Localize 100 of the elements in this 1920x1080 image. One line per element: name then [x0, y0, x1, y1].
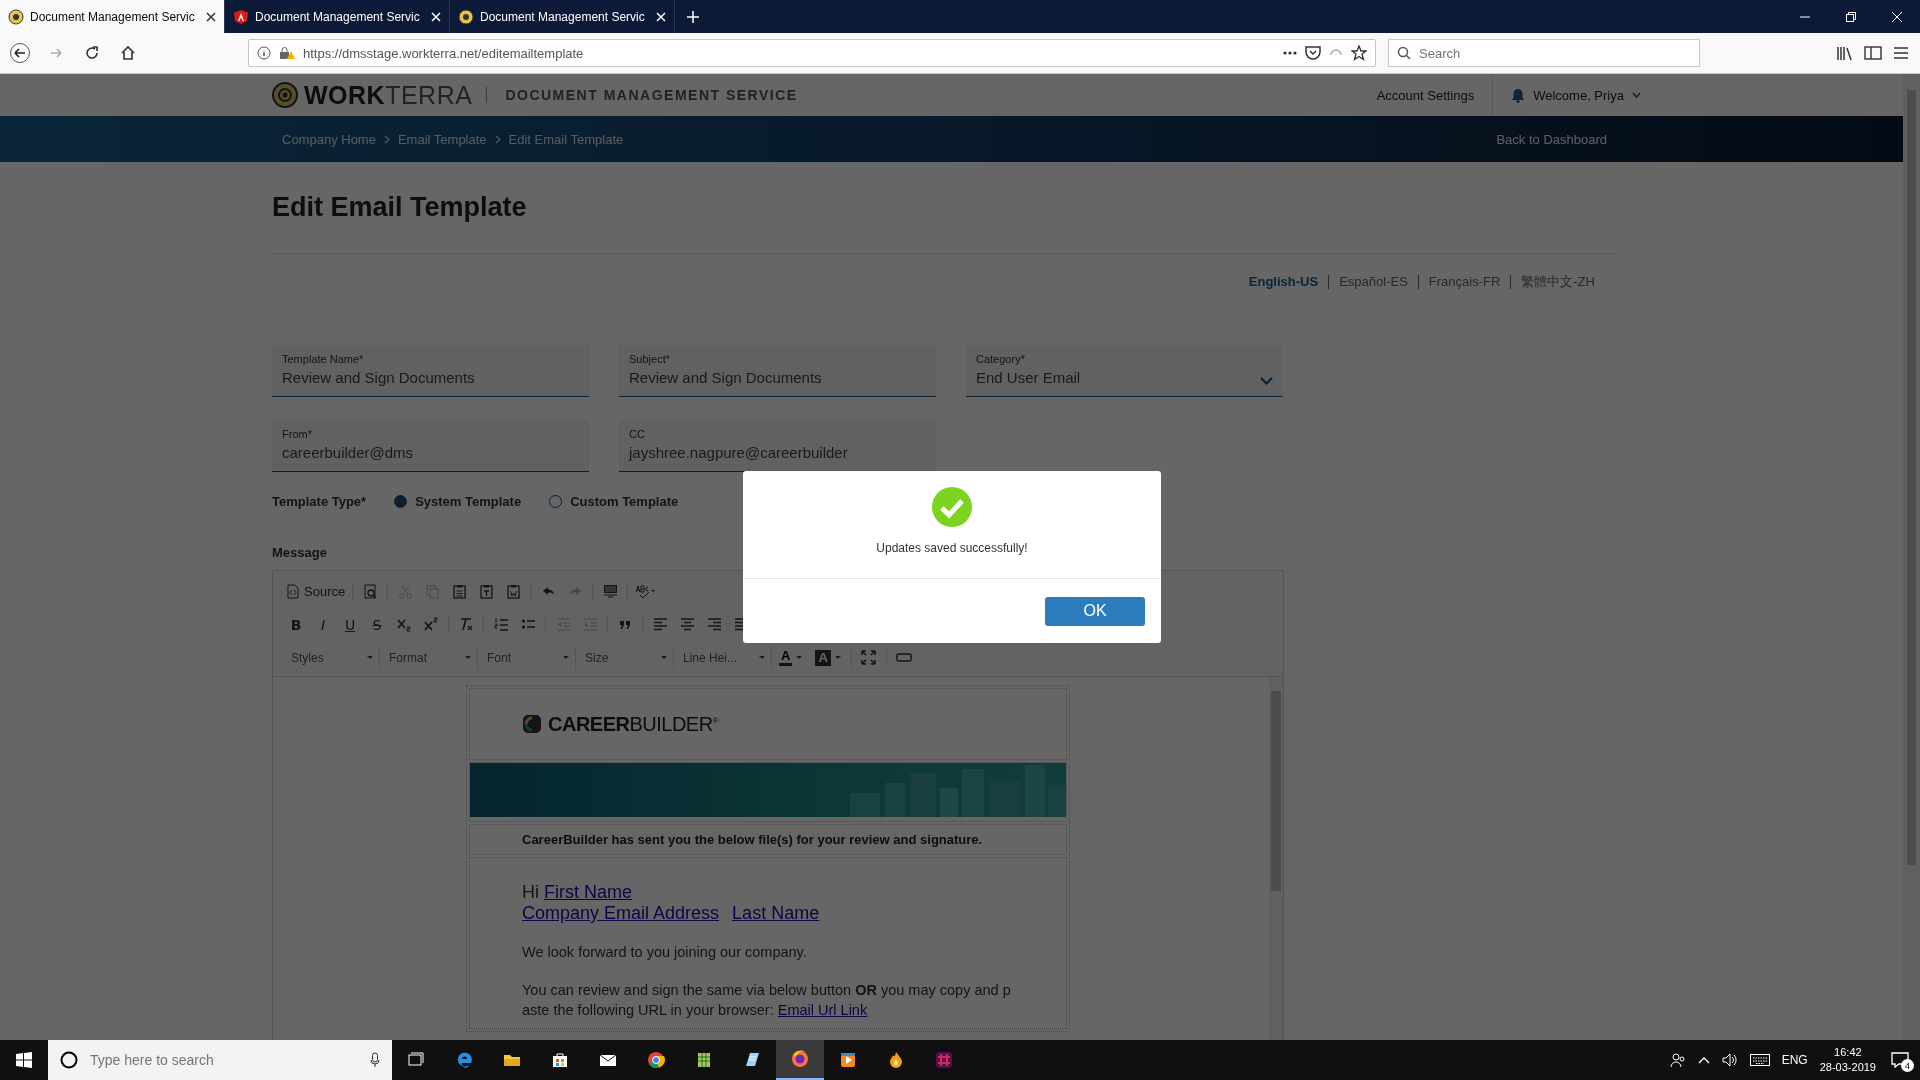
- blocks-icon[interactable]: [602, 584, 618, 599]
- toolbar-dropdown[interactable]: Line Hei...: [675, 645, 772, 670]
- ok-button[interactable]: OK: [1045, 596, 1145, 626]
- url-link[interactable]: Email Url Link: [777, 1002, 868, 1018]
- input-field[interactable]: Template Name* Review and Sign Documents: [272, 345, 589, 397]
- radio-button[interactable]: [549, 495, 563, 508]
- toolbar-dropdown[interactable]: Font: [479, 645, 576, 670]
- clock-date[interactable]: 28-03-2019: [1819, 1060, 1876, 1075]
- page-title: Edit Email Template: [272, 192, 1615, 254]
- superscript-icon[interactable]: [423, 617, 439, 632]
- task-view-icon[interactable]: [407, 1051, 425, 1069]
- source-button[interactable]: Source: [283, 579, 349, 604]
- clear-format-icon[interactable]: [458, 617, 474, 632]
- chrome-icon[interactable]: [647, 1051, 665, 1069]
- site-logo-icon: [458, 8, 474, 25]
- clipboard-icon[interactable]: [478, 584, 494, 599]
- toolbar-dropdown[interactable]: Styles: [283, 645, 380, 670]
- keyboard-icon[interactable]: [1749, 1054, 1770, 1066]
- notepad-icon[interactable]: [743, 1051, 761, 1069]
- toolbar-dropdown[interactable]: Format: [381, 645, 478, 670]
- caret-icon[interactable]: [834, 655, 841, 660]
- taskbar-search-field[interactable]: Type here to search: [48, 1040, 392, 1080]
- chevron-down-icon[interactable]: [1632, 92, 1641, 98]
- text-color-button[interactable]: A: [773, 645, 809, 670]
- field-label: Template Name*: [282, 353, 365, 365]
- user-menu[interactable]: Welcome, Priya: [1533, 87, 1624, 103]
- back-icon[interactable]: [10, 43, 30, 63]
- placeholder-link[interactable]: Last Name: [732, 903, 820, 923]
- address-bar[interactable]: https://dmsstage.workterra.net/editemailtemplate: [248, 39, 1376, 67]
- windows-icon[interactable]: [16, 1052, 32, 1068]
- toolbar-dropdown[interactable]: Size: [577, 645, 674, 670]
- star-icon[interactable]: [1351, 45, 1367, 61]
- clipboard-icon[interactable]: [451, 584, 467, 599]
- radio-button[interactable]: [394, 495, 408, 508]
- subscript-icon[interactable]: [396, 617, 412, 632]
- pocket-icon[interactable]: [1305, 46, 1321, 60]
- more-icon[interactable]: [1283, 51, 1297, 55]
- align-right-icon[interactable]: [706, 617, 722, 632]
- body-text: You can review and sign the same via below button OR you may copy and p aste the following URL in your browser: Email Url Link: [522, 981, 1012, 1020]
- caret-icon[interactable]: [796, 655, 803, 660]
- back-link[interactable]: Back to Dashboard: [1496, 131, 1607, 147]
- format-button[interactable]: I: [310, 612, 336, 637]
- lock-warning-icon[interactable]: [279, 46, 295, 60]
- people-icon[interactable]: [1669, 1052, 1686, 1068]
- notification-icon[interactable]: [1891, 1052, 1909, 1068]
- scrollbar[interactable]: [1269, 677, 1283, 1040]
- clipboard-icon[interactable]: [505, 584, 521, 599]
- language-indicator[interactable]: ENG: [1781, 1053, 1808, 1067]
- plus-icon[interactable]: [686, 9, 700, 24]
- numbered-list-icon[interactable]: [493, 617, 509, 632]
- sidebar-icon[interactable]: [1864, 45, 1882, 61]
- maximize-icon[interactable]: [861, 650, 877, 665]
- align-center-icon[interactable]: [679, 617, 695, 632]
- speaker-icon[interactable]: [1721, 1053, 1738, 1067]
- input-field[interactable]: From* careerbuilder@dms: [272, 420, 589, 472]
- search-field[interactable]: Search: [1388, 39, 1700, 67]
- category-dropdown[interactable]: Category* End User Email: [966, 345, 1283, 397]
- menu-icon[interactable]: [1892, 45, 1910, 61]
- firefox-icon[interactable]: [791, 1050, 809, 1068]
- format-button[interactable]: B: [283, 612, 309, 637]
- info-icon[interactable]: [257, 46, 271, 60]
- background-color-button[interactable]: A: [809, 645, 847, 670]
- language-link[interactable]: 繁體中文-ZH: [1510, 275, 1605, 289]
- format-button[interactable]: S: [364, 612, 390, 637]
- field-label: Template Type*: [272, 494, 367, 509]
- flame-icon[interactable]: [887, 1051, 905, 1069]
- preview-icon[interactable]: [362, 584, 378, 599]
- iframe-icon[interactable]: [895, 650, 912, 665]
- breadcrumb-link[interactable]: Email Template: [397, 131, 487, 147]
- restore-icon[interactable]: [1846, 11, 1856, 22]
- language-link[interactable]: Français-FR: [1417, 275, 1511, 289]
- media-player-icon[interactable]: [839, 1051, 857, 1069]
- close-icon[interactable]: [206, 11, 216, 22]
- scrollbar[interactable]: [1903, 74, 1920, 1040]
- placeholder-link[interactable]: First Name: [544, 882, 633, 902]
- input-field[interactable]: Subject* Review and Sign Documents: [619, 345, 936, 397]
- tab-title: Document Management Servic: [480, 9, 646, 24]
- microphone-icon[interactable]: [370, 1052, 380, 1068]
- align-left-icon[interactable]: [652, 617, 668, 632]
- clock-time[interactable]: 16:42: [1834, 1045, 1862, 1060]
- chevron-up-icon[interactable]: [1697, 1056, 1710, 1064]
- bullet-list-icon[interactable]: [520, 617, 536, 632]
- radio-label[interactable]: System Template: [415, 494, 522, 509]
- input-field[interactable]: CC jayshree.nagpure@careerbuilder: [619, 420, 936, 472]
- chevron-down-icon[interactable]: [1260, 377, 1273, 385]
- bell-icon[interactable]: [1511, 87, 1526, 103]
- chat-app-icon[interactable]: [935, 1051, 953, 1069]
- language-link[interactable]: Español-ES: [1328, 275, 1418, 289]
- field-value: Review and Sign Documents: [629, 369, 822, 386]
- language-link[interactable]: English-US: [1238, 275, 1329, 289]
- browser-tab[interactable]: Document Management Servic: [0, 0, 225, 33]
- breadcrumb-link[interactable]: Company Home: [282, 131, 376, 147]
- library-icon[interactable]: [1836, 45, 1854, 61]
- spellcheck-icon[interactable]: [635, 584, 657, 599]
- format-button[interactable]: U: [337, 612, 363, 637]
- spreadsheet-icon[interactable]: [695, 1051, 713, 1069]
- store-icon[interactable]: [551, 1051, 569, 1069]
- placeholder-link[interactable]: Company Email Address: [522, 903, 720, 923]
- browser-e-icon[interactable]: [455, 1051, 473, 1069]
- radio-label[interactable]: Custom Template: [570, 494, 679, 509]
